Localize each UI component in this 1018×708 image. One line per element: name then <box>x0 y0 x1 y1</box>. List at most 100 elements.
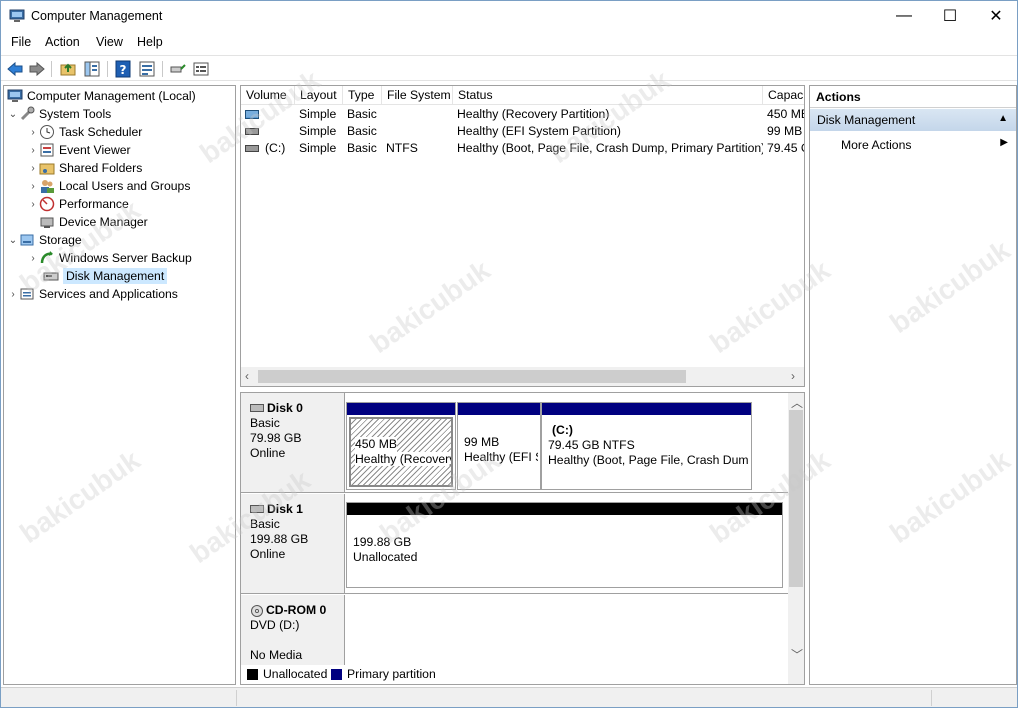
partition-c[interactable]: (C:) 79.45 GB NTFS Healthy (Boot, Page F… <box>541 402 752 490</box>
volume-icon <box>245 145 259 152</box>
scroll-down-icon[interactable]: ﹀ <box>791 646 803 663</box>
scrollbar-thumb[interactable] <box>258 370 686 383</box>
disk-type: Basic <box>250 517 280 531</box>
settings-list-icon[interactable] <box>192 60 210 78</box>
column-header-capacity[interactable]: Capaci <box>763 86 804 105</box>
primary-partition-bar <box>458 403 540 415</box>
horizontal-scrollbar[interactable]: ‹ › <box>241 367 804 386</box>
chevron-right-icon[interactable]: › <box>27 127 39 138</box>
help-icon[interactable]: ? <box>114 60 132 78</box>
scroll-right-icon[interactable]: › <box>791 369 795 383</box>
properties-icon[interactable] <box>138 60 156 78</box>
collapse-arrow-icon[interactable]: ▲ <box>998 113 1008 124</box>
tree-label: System Tools <box>39 107 112 121</box>
partition-size: 450 MB <box>355 437 398 452</box>
tree-item-task-scheduler[interactable]: › Task Scheduler <box>27 123 142 141</box>
tree-label: Windows Server Backup <box>59 251 192 265</box>
volume-row[interactable]: Simple Basic Healthy (EFI System Partiti… <box>241 123 804 140</box>
connect-disk-icon[interactable] <box>169 60 187 78</box>
tree-item-windows-server-backup[interactable]: › Windows Server Backup <box>27 249 192 267</box>
toolbar-separator <box>51 61 52 77</box>
partition-recovery[interactable]: 450 MB Healthy (Recovery <box>346 402 456 490</box>
disk-0-label[interactable]: Disk 0 Basic 79.98 GB Online <box>241 393 345 492</box>
column-header-file-system[interactable]: File System <box>382 86 453 105</box>
menu-help[interactable]: Help <box>137 35 163 49</box>
cell-status: Healthy (EFI System Partition) <box>457 124 621 138</box>
tree-item-performance[interactable]: › Performance <box>27 195 129 213</box>
menu-action[interactable]: Action <box>45 35 80 49</box>
unallocated-partition-bar <box>347 503 782 515</box>
chevron-down-icon[interactable]: ⌄ <box>7 109 19 120</box>
column-header-type[interactable]: Type <box>343 86 382 105</box>
partition-title: (C:) <box>552 423 573 437</box>
vertical-scrollbar[interactable]: ︿ ﹀ <box>788 393 804 684</box>
tree-item-system-tools[interactable]: ⌄ System Tools <box>7 105 111 123</box>
volume-list: Volume Layout Type File System Status Ca… <box>240 85 805 387</box>
tree-label: Event Viewer <box>59 143 131 157</box>
tree-item-services-applications[interactable]: › Services and Applications <box>7 285 178 303</box>
tree-label: Storage <box>39 233 82 247</box>
partition-status: Unallocated <box>353 550 418 564</box>
minimize-button[interactable]: — <box>881 1 927 31</box>
computer-management-icon <box>9 9 25 22</box>
up-folder-icon[interactable] <box>59 60 77 78</box>
volume-row[interactable]: Simple Basic Healthy (Recovery Partition… <box>241 106 804 123</box>
tree-label: Services and Applications <box>39 287 178 301</box>
partition-unallocated[interactable]: 199.88 GB Unallocated <box>346 502 783 588</box>
status-separator <box>236 690 237 706</box>
chevron-right-icon[interactable]: › <box>27 199 39 210</box>
tree-item-disk-management[interactable]: Disk Management <box>43 267 168 285</box>
cdrom-0-row: CD-ROM 0 DVD (D:) No Media <box>241 595 788 665</box>
scrollbar-thumb[interactable] <box>789 410 803 587</box>
primary-partition-swatch <box>331 669 342 680</box>
tree-item-event-viewer[interactable]: › Event Viewer <box>27 141 131 159</box>
tree-item-local-users[interactable]: › Local Users and Groups <box>27 177 190 195</box>
column-header-layout[interactable]: Layout <box>295 86 343 105</box>
tree-item-storage[interactable]: ⌄ Storage <box>7 231 82 249</box>
volume-row[interactable]: (C:) Simple Basic NTFS Healthy (Boot, Pa… <box>241 140 804 157</box>
back-icon[interactable] <box>6 60 24 78</box>
chevron-right-icon[interactable]: › <box>7 289 19 300</box>
column-header-volume[interactable]: Volume <box>241 86 295 105</box>
chevron-right-icon[interactable]: › <box>27 181 39 192</box>
disk-legend: Unallocated Primary partition <box>241 665 788 684</box>
chevron-right-icon[interactable]: › <box>27 163 39 174</box>
scroll-left-icon[interactable]: ‹ <box>245 369 249 383</box>
tree-label: Shared Folders <box>59 161 143 175</box>
cell-layout: Simple <box>299 124 337 138</box>
disk-icon <box>250 403 264 412</box>
cdrom-0-label[interactable]: CD-ROM 0 DVD (D:) No Media <box>241 595 345 665</box>
scroll-up-icon[interactable]: ︿ <box>791 394 803 411</box>
forward-icon[interactable] <box>28 60 46 78</box>
submenu-arrow-icon: ▶ <box>1000 137 1008 148</box>
actions-header: Actions <box>810 86 1016 108</box>
chevron-right-icon[interactable]: › <box>27 253 39 264</box>
disk-type: DVD (D:) <box>250 618 300 632</box>
partition-efi[interactable]: 99 MB Healthy (EFI S <box>457 402 541 490</box>
tree-item-shared-folders[interactable]: › Shared Folders <box>27 159 142 177</box>
cell-layout: Simple <box>299 107 337 121</box>
chevron-down-icon[interactable]: ⌄ <box>7 235 19 246</box>
status-bar <box>1 687 1017 707</box>
tree-item-device-manager[interactable]: Device Manager <box>39 213 148 231</box>
actions-section-disk-management[interactable]: Disk Management ▲ <box>810 109 1016 131</box>
maximize-icon: ☐ <box>942 8 958 25</box>
more-actions-item[interactable]: More Actions <box>841 138 911 152</box>
chevron-right-icon[interactable]: › <box>27 145 39 156</box>
disk-type: Basic <box>250 416 280 430</box>
navigation-tree: Computer Management (Local) ⌄ System Too… <box>3 85 236 685</box>
column-header-status[interactable]: Status <box>453 86 763 105</box>
disk-name: Disk 1 <box>267 502 303 516</box>
tree-label: Task Scheduler <box>59 125 143 139</box>
cdrom-icon <box>251 604 263 617</box>
close-button[interactable]: ✕ <box>973 1 1018 31</box>
users-icon <box>41 180 54 193</box>
disk-1-label[interactable]: Disk 1 Basic 199.88 GB Online <box>241 494 345 593</box>
menu-file[interactable]: File <box>11 35 31 49</box>
show-hide-tree-icon[interactable] <box>83 60 101 78</box>
tree-item-computer-management[interactable]: Computer Management (Local) <box>7 87 196 105</box>
tree-label: Local Users and Groups <box>59 179 191 193</box>
maximize-button[interactable]: ☐ <box>927 1 973 31</box>
menu-view[interactable]: View <box>96 35 123 49</box>
volume-icon <box>245 110 259 119</box>
